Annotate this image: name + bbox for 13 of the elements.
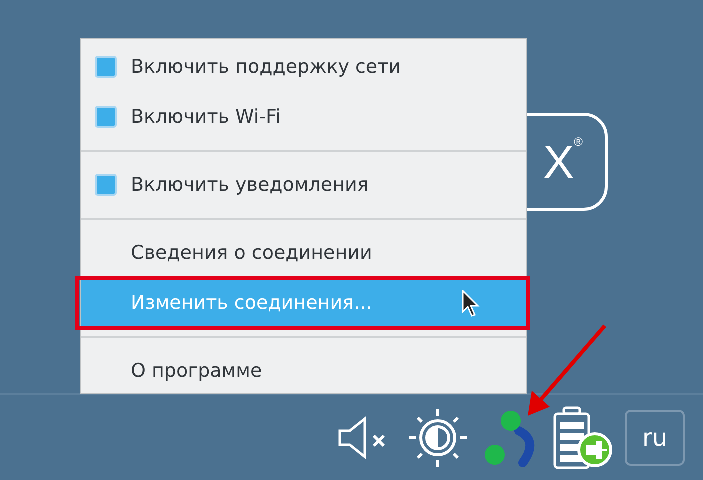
menu-item[interactable]: Включить уведомления [81, 160, 526, 210]
logo-text: X$^{®}$ [543, 135, 583, 189]
checkbox[interactable] [95, 174, 117, 196]
menu-item[interactable]: Включить поддержку сети [81, 42, 526, 92]
keyboard-layout-button[interactable]: ru [625, 410, 685, 466]
mouse-pointer-icon [462, 290, 480, 318]
brightness-icon[interactable] [407, 406, 469, 468]
menu-item[interactable]: Включить Wi-Fi [81, 92, 526, 142]
menu-item[interactable]: Сведения о соединении [81, 228, 526, 278]
checkbox[interactable] [95, 56, 117, 78]
battery-charging-icon[interactable] [551, 406, 613, 470]
menu-item[interactable]: О программе [81, 346, 526, 396]
checkbox[interactable] [95, 106, 117, 128]
